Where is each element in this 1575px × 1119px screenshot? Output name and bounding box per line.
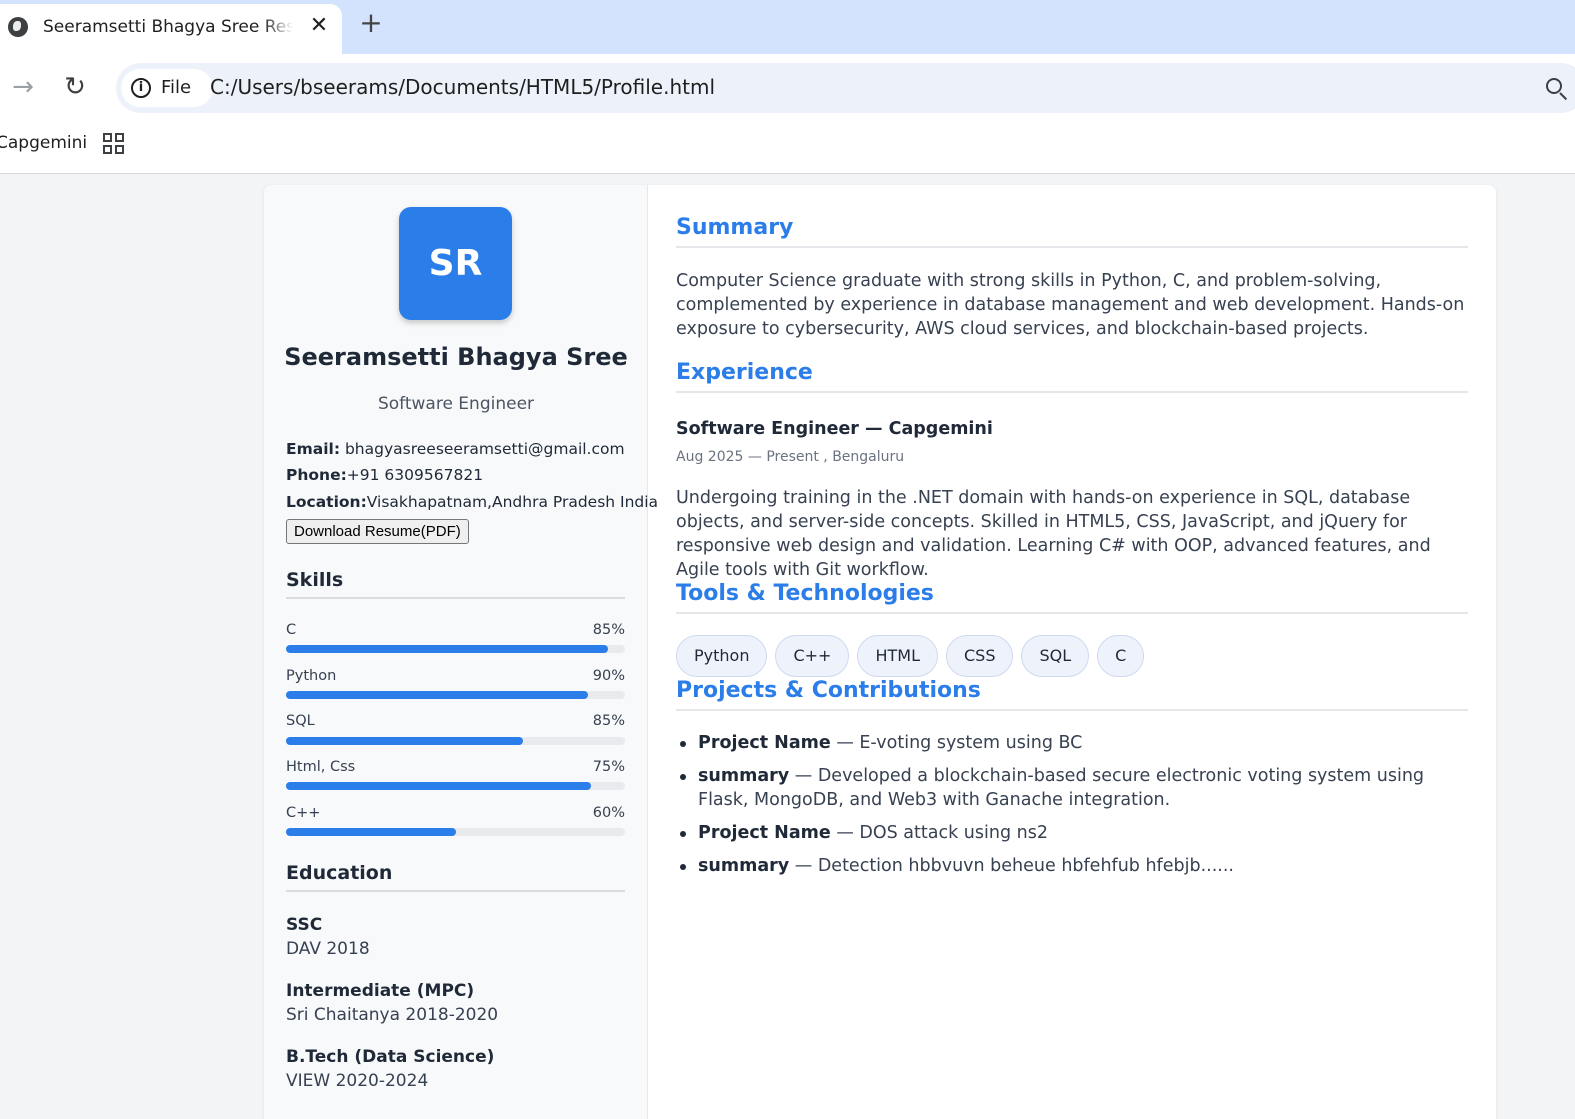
tab-strip: Seeramsetti Bhagya Sree Resume ✕ + <box>0 0 1575 54</box>
item-label: Project Name <box>698 823 831 843</box>
item-text: — Developed a blockchain-based secure el… <box>698 766 1425 810</box>
skill-name: Html, Css <box>286 759 356 775</box>
tool-chip: HTML <box>857 635 938 677</box>
contact-email: Email: bhagyasreeseeramsetti@gmail.com <box>286 440 625 458</box>
site-info-chip[interactable]: i File <box>121 69 213 107</box>
location-value: Visakhapatnam,Andhra Pradesh India <box>366 493 659 511</box>
experience-heading: Experience <box>676 360 1468 393</box>
skill-name: Python <box>286 668 337 684</box>
item-label: summary <box>698 766 790 786</box>
reload-icon[interactable]: ↻ <box>60 72 90 102</box>
summary-heading: Summary <box>676 215 1468 248</box>
education-detail: DAV 2018 <box>286 939 370 959</box>
email-label: Email: <box>286 440 341 458</box>
skill-bar-track <box>286 691 625 699</box>
projects-heading: Projects & Contributions <box>676 678 1468 711</box>
experience-text: Undergoing training in the .NET domain w… <box>676 488 1431 580</box>
skill-bar-fill <box>286 691 588 699</box>
item-label: Project Name <box>698 733 831 753</box>
job-meta: Aug 2025 — Present , Bengaluru <box>676 449 905 465</box>
browser-tab[interactable]: Seeramsetti Bhagya Sree Resume ✕ <box>0 4 342 54</box>
skills-heading: Skills <box>286 569 625 599</box>
summary-text: Computer Science graduate with strong sk… <box>676 271 1465 339</box>
tool-chip: CSS <box>945 635 1014 677</box>
tool-chip: Python <box>676 635 768 677</box>
skill-bar-fill <box>286 645 609 653</box>
tool-chip: C <box>1097 635 1145 677</box>
resume-main: Summary Computer Science graduate with s… <box>676 185 1468 1119</box>
avatar: SR <box>399 207 512 320</box>
education-title: B.Tech (Data Science) <box>286 1047 495 1067</box>
skill-bar-fill <box>286 737 524 745</box>
list-item: Project Name — E-voting system using BC <box>676 731 1468 755</box>
skill-percent: 85% <box>592 622 625 638</box>
phone-value: +91 6309567821 <box>346 466 484 484</box>
list-item: summary — Developed a blockchain-based s… <box>676 764 1468 812</box>
education-heading: Education <box>286 862 625 892</box>
email-value: bhagyasreeseeramsetti@gmail.com <box>344 440 625 458</box>
page-viewport: SR Seeramsetti Bhagya Sree Software Engi… <box>0 174 1575 1119</box>
profile-sidebar: SR Seeramsetti Bhagya Sree Software Engi… <box>264 185 658 1119</box>
skill-percent: 75% <box>592 759 625 775</box>
skill-name: C <box>286 622 297 638</box>
bookmark-capgemini[interactable]: Capgemini <box>0 133 87 153</box>
skill-name: SQL <box>286 713 315 729</box>
zoom-icon[interactable] <box>1544 76 1570 102</box>
skill-percent: 60% <box>592 805 625 821</box>
item-text: — Detection hbbvuvn beheue hbfehfub hfeb… <box>789 856 1234 876</box>
phone-label: Phone: <box>286 466 347 484</box>
forward-arrow-icon[interactable]: → <box>8 72 38 102</box>
skill-percent: 85% <box>592 713 625 729</box>
download-resume-button[interactable]: Download Resume(PDF) <box>286 519 469 544</box>
skill-bar-track <box>286 828 625 836</box>
item-text: — DOS attack using ns2 <box>830 823 1048 843</box>
globe-icon <box>8 17 28 37</box>
education-title: SSC <box>286 915 323 935</box>
tool-chip: C++ <box>775 635 850 677</box>
resume-card: SR Seeramsetti Bhagya Sree Software Engi… <box>264 185 1496 1119</box>
browser-toolbar: → ↻ i File C:/Users/bseerams/Documents/H… <box>0 54 1575 120</box>
location-label: Location: <box>286 493 367 511</box>
education-detail: Sri Chaitanya 2018-2020 <box>286 1005 499 1025</box>
education-detail: VIEW 2020-2024 <box>286 1071 429 1091</box>
skill-bar-fill <box>286 782 592 790</box>
plus-icon[interactable]: + <box>356 8 386 38</box>
tab-title: Seeramsetti Bhagya Sree Resume <box>43 17 293 37</box>
skill-bar-track <box>286 737 625 745</box>
profile-role: Software Engineer <box>377 394 535 414</box>
item-label: summary <box>698 856 790 876</box>
list-item: Project Name — DOS attack using ns2 <box>676 821 1468 845</box>
projects-list: Project Name — E-voting system using BC … <box>676 731 1468 887</box>
list-item: summary — Detection hbbvuvn beheue hbfeh… <box>676 854 1468 878</box>
profile-name: Seeramsetti Bhagya Sree <box>284 343 628 371</box>
item-text: — E-voting system using BC <box>830 733 1083 753</box>
skill-percent: 90% <box>592 668 625 684</box>
skill-bar-track <box>286 645 625 653</box>
tool-chip: SQL <box>1021 635 1090 677</box>
site-info-label: File <box>161 77 192 98</box>
close-icon[interactable]: ✕ <box>306 12 332 40</box>
contact-phone: Phone:+91 6309567821 <box>286 466 483 484</box>
bookmarks-bar: Capgemini <box>0 120 1575 174</box>
address-bar[interactable]: i File C:/Users/bseerams/Documents/HTML5… <box>116 63 1575 113</box>
education-title: Intermediate (MPC) <box>286 981 475 1001</box>
contact-location: Location:Visakhapatnam,Andhra Pradesh In… <box>286 493 658 511</box>
skill-name: C++ <box>286 805 321 821</box>
job-title: Software Engineer — Capgemini <box>676 419 993 439</box>
tools-heading: Tools & Technologies <box>676 581 1468 614</box>
skill-bar-fill <box>286 828 456 836</box>
apps-grid-icon[interactable] <box>103 133 125 155</box>
url-text[interactable]: C:/Users/bseerams/Documents/HTML5/Profil… <box>210 75 715 99</box>
tools-chip-list: Python C++ HTML CSS SQL C <box>676 635 1152 677</box>
info-icon: i <box>131 78 151 98</box>
skill-bar-track <box>286 782 625 790</box>
